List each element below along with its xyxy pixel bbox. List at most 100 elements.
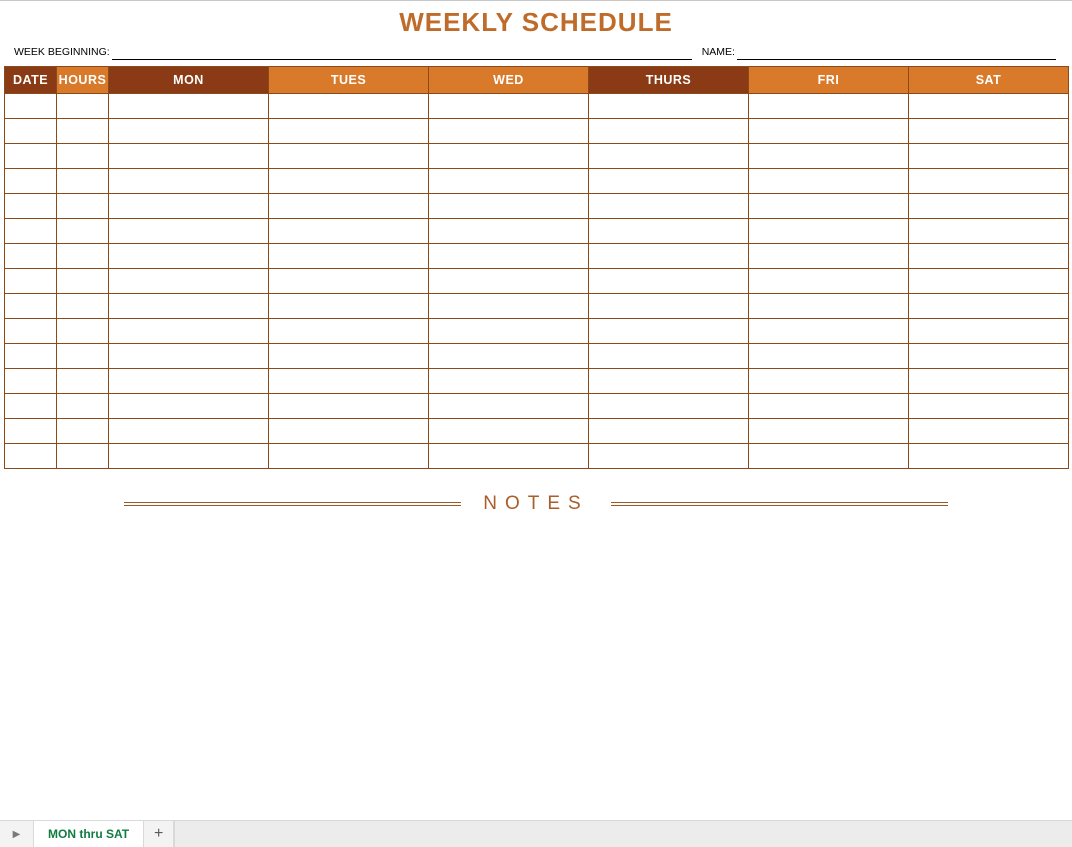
cell[interactable] xyxy=(429,144,589,169)
cell[interactable] xyxy=(269,94,429,119)
add-sheet-button[interactable]: + xyxy=(144,821,174,847)
cell[interactable] xyxy=(269,394,429,419)
cell[interactable] xyxy=(429,319,589,344)
cell[interactable] xyxy=(57,394,109,419)
sheet-tab-active[interactable]: MON thru SAT xyxy=(34,821,144,847)
cell[interactable] xyxy=(269,319,429,344)
cell[interactable] xyxy=(589,244,749,269)
cell[interactable] xyxy=(109,194,269,219)
cell[interactable] xyxy=(5,369,57,394)
cell[interactable] xyxy=(429,119,589,144)
cell[interactable] xyxy=(5,344,57,369)
cell[interactable] xyxy=(5,444,57,469)
cell[interactable] xyxy=(269,369,429,394)
cell[interactable] xyxy=(749,169,909,194)
cell[interactable] xyxy=(909,144,1069,169)
cell[interactable] xyxy=(429,344,589,369)
cell[interactable] xyxy=(109,169,269,194)
cell[interactable] xyxy=(589,219,749,244)
cell[interactable] xyxy=(109,94,269,119)
cell[interactable] xyxy=(109,244,269,269)
cell[interactable] xyxy=(57,144,109,169)
cell[interactable] xyxy=(429,94,589,119)
cell[interactable] xyxy=(589,119,749,144)
cell[interactable] xyxy=(429,394,589,419)
cell[interactable] xyxy=(269,169,429,194)
name-input[interactable] xyxy=(737,46,1056,60)
cell[interactable] xyxy=(5,194,57,219)
cell[interactable] xyxy=(57,369,109,394)
cell[interactable] xyxy=(269,144,429,169)
cell[interactable] xyxy=(109,294,269,319)
cell[interactable] xyxy=(109,419,269,444)
cell[interactable] xyxy=(429,294,589,319)
cell[interactable] xyxy=(57,94,109,119)
cell[interactable] xyxy=(749,419,909,444)
cell[interactable] xyxy=(269,194,429,219)
cell[interactable] xyxy=(109,444,269,469)
cell[interactable] xyxy=(909,344,1069,369)
cell[interactable] xyxy=(909,419,1069,444)
cell[interactable] xyxy=(109,394,269,419)
cell[interactable] xyxy=(589,94,749,119)
cell[interactable] xyxy=(109,219,269,244)
cell[interactable] xyxy=(429,369,589,394)
cell[interactable] xyxy=(269,119,429,144)
cell[interactable] xyxy=(909,219,1069,244)
cell[interactable] xyxy=(749,344,909,369)
cell[interactable] xyxy=(909,294,1069,319)
cell[interactable] xyxy=(57,219,109,244)
cell[interactable] xyxy=(5,169,57,194)
cell[interactable] xyxy=(909,244,1069,269)
cell[interactable] xyxy=(429,419,589,444)
cell[interactable] xyxy=(5,219,57,244)
cell[interactable] xyxy=(589,344,749,369)
cell[interactable] xyxy=(749,119,909,144)
cell[interactable] xyxy=(589,369,749,394)
cell[interactable] xyxy=(589,319,749,344)
cell[interactable] xyxy=(269,419,429,444)
cell[interactable] xyxy=(57,194,109,219)
cell[interactable] xyxy=(429,219,589,244)
cell[interactable] xyxy=(749,294,909,319)
cell[interactable] xyxy=(5,94,57,119)
cell[interactable] xyxy=(57,319,109,344)
tab-nav-button[interactable]: ▶ xyxy=(0,821,34,847)
cell[interactable] xyxy=(749,94,909,119)
cell[interactable] xyxy=(909,269,1069,294)
cell[interactable] xyxy=(909,319,1069,344)
cell[interactable] xyxy=(909,369,1069,394)
cell[interactable] xyxy=(749,319,909,344)
cell[interactable] xyxy=(909,169,1069,194)
cell[interactable] xyxy=(589,419,749,444)
cell[interactable] xyxy=(57,269,109,294)
cell[interactable] xyxy=(57,419,109,444)
cell[interactable] xyxy=(589,294,749,319)
cell[interactable] xyxy=(57,244,109,269)
cell[interactable] xyxy=(269,269,429,294)
cell[interactable] xyxy=(5,394,57,419)
week-beginning-input[interactable] xyxy=(112,46,692,60)
cell[interactable] xyxy=(269,344,429,369)
cell[interactable] xyxy=(5,319,57,344)
cell[interactable] xyxy=(589,444,749,469)
cell[interactable] xyxy=(909,194,1069,219)
cell[interactable] xyxy=(109,144,269,169)
cell[interactable] xyxy=(269,444,429,469)
cell[interactable] xyxy=(5,269,57,294)
cell[interactable] xyxy=(269,294,429,319)
cell[interactable] xyxy=(909,119,1069,144)
cell[interactable] xyxy=(749,144,909,169)
cell[interactable] xyxy=(749,444,909,469)
cell[interactable] xyxy=(109,344,269,369)
cell[interactable] xyxy=(109,369,269,394)
cell[interactable] xyxy=(589,194,749,219)
cell[interactable] xyxy=(429,244,589,269)
cell[interactable] xyxy=(909,394,1069,419)
cell[interactable] xyxy=(589,394,749,419)
cell[interactable] xyxy=(5,119,57,144)
cell[interactable] xyxy=(749,244,909,269)
cell[interactable] xyxy=(909,94,1069,119)
cell[interactable] xyxy=(749,219,909,244)
cell[interactable] xyxy=(109,269,269,294)
